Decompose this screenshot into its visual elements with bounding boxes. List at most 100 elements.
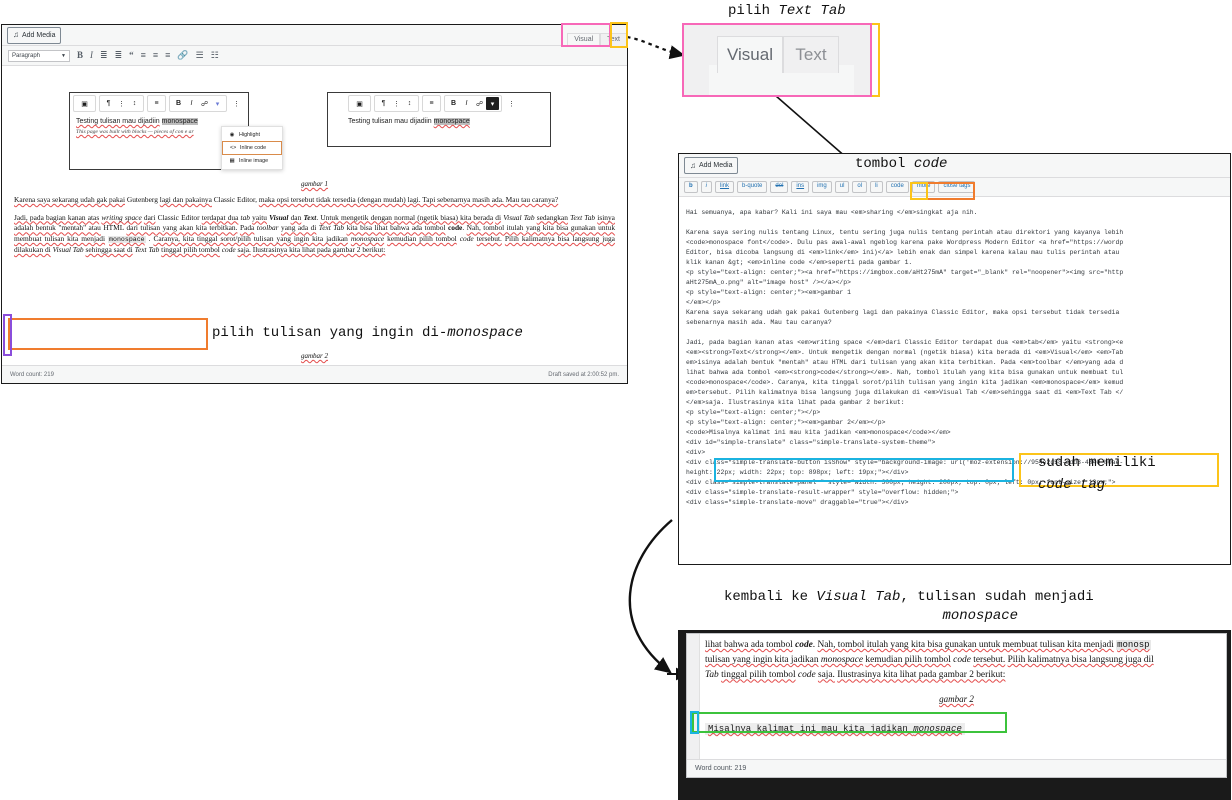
quicktag-b[interactable]: b [684,181,698,193]
drag-handle-icon[interactable]: ⋮ [115,97,128,110]
gutenberg-block-toolbar-right: ▣ ¶ ⋮ ↕ ≡ B I ☍ ▾ ⋮ [328,93,550,114]
blockquote-icon[interactable]: “ [129,51,134,60]
quicktag-del[interactable]: del [770,181,789,193]
link-icon[interactable]: ☍ [473,97,486,110]
gutenberg-block-toolbar-left: ▣ ¶ ⋮ ↕ ≡ B I ☍ ▾ ⋮ [70,93,248,114]
more-options-icon[interactable]: ⋮ [230,97,243,110]
highlight-box-result-code-cyan [690,711,699,734]
highlight-box-visual-text-tabs [561,23,611,47]
menu-item-highlight[interactable]: ◉ Highlight [222,129,282,141]
code-line: Jadi, pada bagian kanan atas <em>writing… [686,338,1124,346]
move-updown-icon[interactable]: ↕ [128,97,141,110]
add-media-button[interactable]: ♫ Add Media [7,26,62,44]
code-line: lihat bahwa ada tombol <em><strong>code<… [686,368,1124,376]
align-icon[interactable]: ≡ [150,97,163,110]
code-line: Hai semuanya, apa kabar? Kali ini saya m… [686,209,978,216]
inline-image-icon: ▦ [229,158,235,164]
quicktag-img[interactable]: img [812,181,832,193]
bulleted-list-icon[interactable]: ≣ [100,51,108,60]
gutenberg-screenshot-right: ▣ ¶ ⋮ ↕ ≡ B I ☍ ▾ ⋮ Testing tulisan mau … [327,92,551,147]
quicktag-code[interactable]: code [885,181,909,193]
quicktag-ins[interactable]: ins [791,181,810,193]
code-line: sebenarnya masih ada. Mau tau caranya? [686,318,832,326]
media-icon: ♫ [690,160,696,170]
block-type-icon[interactable]: ▣ [78,97,91,110]
highlight-icon: ◉ [229,132,235,138]
paragraph-1: Karena saya sekarang udah gak pakai Gute… [14,195,559,204]
caption-gambar-1: gambar 1 [300,180,329,188]
note-tombol-code: tombol code [855,156,948,172]
editor-prose: Karena saya sekarang udah gak pakai Gute… [2,195,627,263]
italic-icon[interactable]: I [185,97,198,110]
align-icon[interactable]: ≡ [425,97,438,110]
note-pilih-tulisan: pilih tulisan yang ingin di-monospace [212,325,523,341]
code-line: <p style="text-align: center;"></p> [686,408,821,416]
italic-icon[interactable]: I [460,97,473,110]
note-sudah-memiliki: sudah memiliki code tag [1038,455,1156,494]
note-kembali-visual-tab: kembali ke Visual Tab, tulisan sudah men… [724,589,1094,624]
quicktag-link[interactable]: link [715,181,735,193]
gutenberg-right-text: Testing tulisan mau dijadiin monospace [348,118,470,125]
highlighted-word: monospace [433,118,470,125]
block-type-icon[interactable]: ▣ [353,97,366,110]
result-caption: gambar 2 [939,694,974,704]
highlight-box-code-tag-line [714,458,1014,482]
tab-callout-text-label: Text [795,45,827,64]
align-left-icon[interactable]: ≡ [141,51,146,60]
toolbar-toggle-icon[interactable]: ☷ [211,51,219,60]
move-updown-icon[interactable]: ↕ [403,97,416,110]
highlight-box-li-quicktag [910,182,928,200]
highlight-box-selected-sentence-outer [8,318,208,350]
quicktag-ol[interactable]: ol [852,181,868,193]
result-line-3: Tab tinggal pilih tombol code saja. Ilus… [705,670,1006,681]
link-icon[interactable]: ☍ [198,97,211,110]
drag-handle-icon[interactable]: ⋮ [390,97,403,110]
code-line: <p style="text-align: center;"><em>gamba… [686,288,851,296]
quicktag-li[interactable]: li [870,181,883,193]
bold-icon[interactable]: B [77,51,83,60]
code-line: <code>monospace</code>. Caranya, kita ti… [686,378,1124,386]
link-icon[interactable]: 🔗 [177,51,188,60]
numbered-list-icon[interactable]: ≣ [115,51,123,60]
format-select-value: Paragraph [12,52,41,59]
align-right-icon[interactable]: ≡ [165,51,170,60]
highlight-box-result-code-green [692,712,1007,733]
chevron-down-icon[interactable]: ▾ [211,97,224,110]
paragraph-icon[interactable]: ¶ [102,97,115,110]
bold-icon[interactable]: B [447,97,460,110]
quicktag-i[interactable]: i [700,181,713,193]
bold-icon[interactable]: B [172,97,185,110]
quicktag-b-quote[interactable]: b-quote [737,181,768,193]
inline-format-menu[interactable]: ◉ Highlight <> Inline code ▦ Inline imag… [221,126,283,170]
read-more-icon[interactable]: ☰ [196,51,204,60]
highlight-box-editor-right-edge [610,22,628,48]
code-line: </em>saja. Ilustrasinya kita lihat pada … [686,398,905,406]
italic-icon[interactable]: I [90,51,93,60]
html-code-textarea[interactable]: Hai semuanya, apa kabar? Kali ini saya m… [679,202,1230,564]
result-line-1: lihat bahwa ada tombol code. Nah, tombol… [705,640,1151,650]
paragraph-icon[interactable]: ¶ [377,97,390,110]
result-word-count: Word count: 219 [695,765,747,772]
more-options-icon[interactable]: ⋮ [505,97,518,110]
result-line-2: tulisan yang ingin kita jadikan monospac… [705,655,1154,666]
align-center-icon[interactable]: ≡ [153,51,158,60]
tab-callout-text[interactable]: Text [783,36,839,73]
code-line: em>tersebut. Pilih kalimatnya bisa langs… [686,388,1124,396]
highlight-box-selected-sentence-left [3,314,12,356]
code-line: Karena saya sekarang udah gak pakai Gute… [686,308,1124,316]
add-media-button[interactable]: ♫ Add Media [684,157,739,174]
tab-callout-visual[interactable]: Visual [717,36,783,73]
add-media-label: Add Media [699,162,733,169]
result-statusbar: Word count: 219 [687,759,1226,777]
code-line: <em><strong>Text</strong></em>. Untuk me… [686,348,1124,356]
quicktag-ul[interactable]: ul [834,181,850,193]
chevron-down-icon[interactable]: ▾ [486,97,499,110]
inline-code-icon: <> [230,145,237,151]
menu-item-inline-code[interactable]: <> Inline code [222,141,282,155]
paragraph-format-select[interactable]: Paragraph ▼ [8,49,70,62]
code-line: <p style="text-align: center;"><a href="… [686,268,1124,276]
result-prose: lihat bahwa ada tombol code. Nah, tombol… [705,638,1226,684]
code-line: <div> [686,448,706,456]
text-editor-topbar: ♫ Add Media [679,154,1230,178]
menu-item-inline-image[interactable]: ▦ Inline image [222,155,282,167]
